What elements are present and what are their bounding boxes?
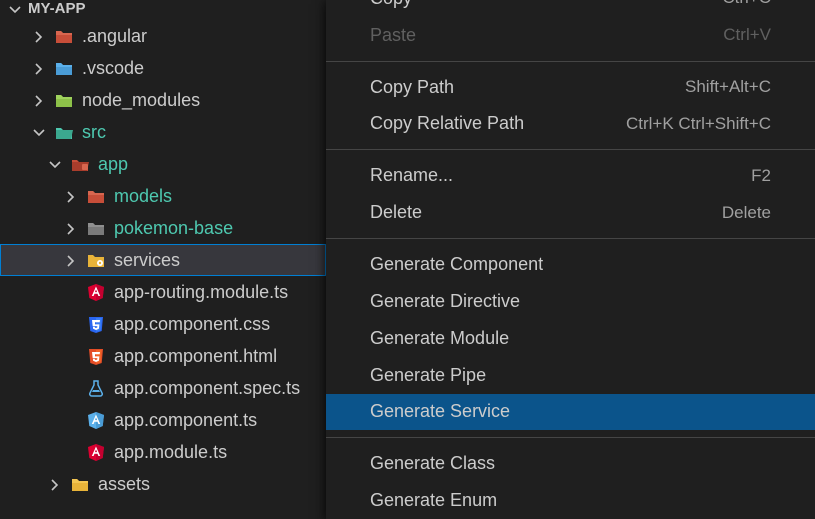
chevron-right-icon xyxy=(46,476,62,492)
folder-label: assets xyxy=(98,474,322,495)
folder-app[interactable]: app xyxy=(0,148,326,180)
folder-label: services xyxy=(114,250,322,271)
menu-item-rename[interactable]: Rename... F2 xyxy=(326,157,815,194)
chevron-right-icon xyxy=(62,252,78,268)
menu-label: Generate Enum xyxy=(370,490,497,511)
chevron-right-icon xyxy=(62,188,78,204)
menu-label: Copy Path xyxy=(370,77,454,98)
context-menu: Copy Ctrl+C Paste Ctrl+V Copy Path Shift… xyxy=(326,0,815,519)
folder-icon xyxy=(54,90,74,110)
html-icon xyxy=(86,346,106,366)
menu-label: Copy xyxy=(370,0,412,9)
folder-label: models xyxy=(114,186,322,207)
flask-icon xyxy=(86,378,106,398)
file-label: app.module.ts xyxy=(114,442,322,463)
folder-pokemon-base[interactable]: pokemon-base xyxy=(0,212,326,244)
file-explorer-sidebar: MY-APP .angular .vscode node_modules src… xyxy=(0,0,326,519)
menu-label: Generate Directive xyxy=(370,291,520,312)
menu-item-generate-class[interactable]: Generate Class xyxy=(326,445,815,482)
file-label: app.component.ts xyxy=(114,410,322,431)
folder-vscode[interactable]: .vscode xyxy=(0,52,326,84)
menu-separator xyxy=(326,238,815,239)
menu-label: Copy Relative Path xyxy=(370,113,524,134)
folder-assets[interactable]: assets xyxy=(0,468,326,500)
menu-item-generate-directive[interactable]: Generate Directive xyxy=(326,283,815,320)
menu-item-generate-module[interactable]: Generate Module xyxy=(326,320,815,357)
shortcut-label: Ctrl+V xyxy=(723,25,771,45)
folder-src[interactable]: src xyxy=(0,116,326,148)
menu-label: Paste xyxy=(370,25,416,46)
chevron-down-icon xyxy=(46,156,62,172)
file-app-routing-module[interactable]: app-routing.module.ts xyxy=(0,276,326,308)
folder-open-icon xyxy=(54,122,74,142)
menu-item-generate-service[interactable]: Generate Service xyxy=(326,394,815,431)
menu-label: Generate Class xyxy=(370,453,495,474)
folder-icon xyxy=(86,186,106,206)
file-label: app.component.spec.ts xyxy=(114,378,322,399)
file-label: app.component.html xyxy=(114,346,322,367)
chevron-right-icon xyxy=(30,92,46,108)
angular-icon xyxy=(86,442,106,462)
folder-node-modules[interactable]: node_modules xyxy=(0,84,326,116)
file-label: app.component.css xyxy=(114,314,322,335)
chevron-down-icon xyxy=(6,1,22,17)
menu-label: Generate Service xyxy=(370,401,510,422)
file-app-component-ts[interactable]: app.component.ts xyxy=(0,404,326,436)
folder-gear-icon xyxy=(86,250,106,270)
menu-item-generate-pipe[interactable]: Generate Pipe xyxy=(326,357,815,394)
menu-label: Rename... xyxy=(370,165,453,186)
shortcut-label: Delete xyxy=(722,203,771,223)
file-tree: .angular .vscode node_modules src app mo… xyxy=(0,20,326,500)
folder-icon xyxy=(70,474,90,494)
menu-label: Delete xyxy=(370,202,422,223)
folder-icon xyxy=(86,218,106,238)
menu-label: Generate Module xyxy=(370,328,509,349)
folder-label: src xyxy=(82,122,322,143)
angular-icon xyxy=(86,410,106,430)
angular-icon xyxy=(86,282,106,302)
menu-item-copy[interactable]: Copy Ctrl+C xyxy=(326,0,815,17)
folder-icon xyxy=(54,58,74,78)
menu-label: Generate Pipe xyxy=(370,365,486,386)
folder-label: .vscode xyxy=(82,58,322,79)
file-app-component-css[interactable]: app.component.css xyxy=(0,308,326,340)
css-icon xyxy=(86,314,106,334)
folder-angular[interactable]: .angular xyxy=(0,20,326,52)
folder-label: .angular xyxy=(82,26,322,47)
shortcut-label: Ctrl+C xyxy=(722,0,771,8)
folder-label: app xyxy=(98,154,322,175)
shortcut-label: F2 xyxy=(751,166,771,186)
shortcut-label: Ctrl+K Ctrl+Shift+C xyxy=(626,114,771,134)
file-label: app-routing.module.ts xyxy=(114,282,322,303)
menu-item-generate-component[interactable]: Generate Component xyxy=(326,246,815,283)
chevron-right-icon xyxy=(30,60,46,76)
file-app-component-html[interactable]: app.component.html xyxy=(0,340,326,372)
shortcut-label: Shift+Alt+C xyxy=(685,77,771,97)
project-title: MY-APP xyxy=(28,0,86,17)
file-app-module[interactable]: app.module.ts xyxy=(0,436,326,468)
chevron-down-icon xyxy=(30,124,46,140)
folder-label: node_modules xyxy=(82,90,322,111)
folder-label: pokemon-base xyxy=(114,218,322,239)
menu-item-generate-enum[interactable]: Generate Enum xyxy=(326,482,815,519)
file-app-component-spec[interactable]: app.component.spec.ts xyxy=(0,372,326,404)
menu-separator xyxy=(326,149,815,150)
chevron-right-icon xyxy=(62,220,78,236)
menu-item-copy-relative-path[interactable]: Copy Relative Path Ctrl+K Ctrl+Shift+C xyxy=(326,106,815,143)
folder-models[interactable]: models xyxy=(0,180,326,212)
explorer-section-header[interactable]: MY-APP xyxy=(0,0,326,20)
folder-services[interactable]: services xyxy=(0,244,326,276)
menu-item-paste: Paste Ctrl+V xyxy=(326,17,815,54)
menu-item-copy-path[interactable]: Copy Path Shift+Alt+C xyxy=(326,69,815,106)
menu-label: Generate Component xyxy=(370,254,543,275)
chevron-right-icon xyxy=(30,28,46,44)
folder-icon xyxy=(54,26,74,46)
menu-separator xyxy=(326,61,815,62)
folder-open-icon xyxy=(70,154,90,174)
menu-separator xyxy=(326,437,815,438)
menu-item-delete[interactable]: Delete Delete xyxy=(326,194,815,231)
